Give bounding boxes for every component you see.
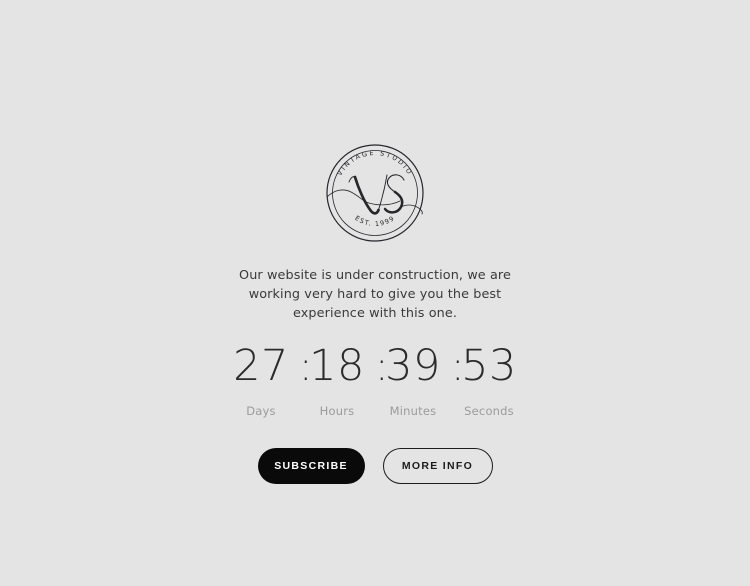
countdown-hours-value: 18 (309, 341, 365, 391)
countdown-labels: Days Hours Minutes Seconds (223, 404, 527, 418)
countdown-days-value: 27 (233, 341, 289, 391)
more-info-button[interactable]: MORE INFO (382, 448, 493, 484)
countdown-minutes-value: 39 (385, 341, 441, 391)
coming-soon-page: VINTAGE STUDIO EST. 1999 Our website is … (0, 0, 750, 586)
subscribe-button[interactable]: SUBSCRIBE (257, 448, 365, 484)
logo-bottom-text: EST. 1999 (353, 214, 396, 228)
under-construction-description: Our website is under construction, we ar… (215, 266, 535, 323)
countdown-timer: 27 : 18 : 39 : 53 (223, 345, 527, 388)
countdown-minutes-label: Minutes (389, 404, 437, 418)
site-logo: VINTAGE STUDIO EST. 1999 (320, 138, 430, 248)
countdown-hours-label: Hours (319, 404, 355, 418)
countdown-seconds-label: Seconds (464, 404, 514, 418)
vintage-studio-badge-icon: VINTAGE STUDIO EST. 1999 (326, 144, 424, 242)
countdown-days-label: Days (246, 404, 276, 418)
action-buttons: SUBSCRIBE MORE INFO (257, 448, 493, 484)
logo-monogram-vs (326, 174, 423, 215)
countdown-seconds-value: 53 (461, 341, 517, 391)
